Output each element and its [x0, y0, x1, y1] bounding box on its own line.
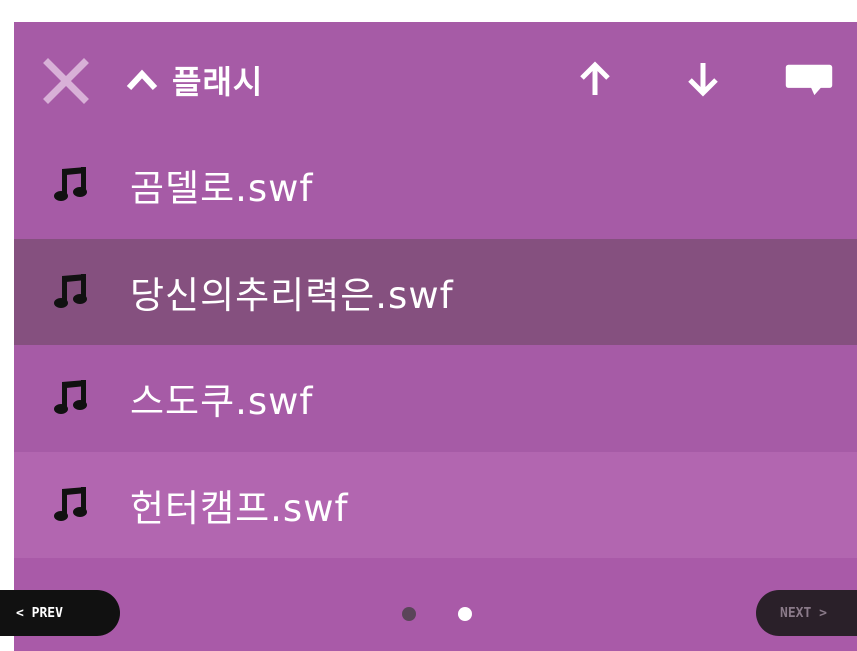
- arrow-down-icon: [688, 63, 718, 97]
- device-frame: 플래시 곰델로.swf 당신의추리력은.swf 스도쿠.swf 헌터캠프.swf…: [0, 22, 857, 651]
- move-down-button[interactable]: [678, 54, 728, 104]
- next-page-button[interactable]: NEXT >: [756, 590, 857, 636]
- folder-breadcrumb[interactable]: 플래시: [124, 58, 263, 102]
- comment-icon: [785, 64, 833, 96]
- file-list: 곰델로.swf 당신의추리력은.swf 스도쿠.swf 헌터캠프.swf: [14, 132, 857, 558]
- file-name: 헌터캠프.swf: [130, 486, 349, 530]
- arrow-up-icon: [580, 61, 610, 95]
- file-name: 당신의추리력은.swf: [130, 273, 454, 317]
- chevron-up-icon: [126, 69, 158, 91]
- music-note-icon: [54, 486, 87, 521]
- close-icon[interactable]: [40, 55, 92, 107]
- screen: 플래시 곰델로.swf 당신의추리력은.swf 스도쿠.swf 헌터캠프.swf…: [0, 22, 857, 651]
- music-note-icon: [54, 273, 87, 308]
- prev-page-button[interactable]: < PREV: [0, 590, 120, 636]
- list-item-selected[interactable]: 당신의추리력은.swf: [14, 238, 857, 345]
- move-up-button[interactable]: [570, 54, 620, 104]
- file-name: 곰델로.swf: [130, 167, 314, 211]
- file-name: 스도쿠.swf: [130, 380, 314, 424]
- comment-button[interactable]: [784, 54, 834, 104]
- pager-bar: < PREV NEXT >: [0, 560, 857, 651]
- list-item[interactable]: 곰델로.swf: [14, 132, 857, 239]
- list-item[interactable]: 스도쿠.swf: [14, 345, 857, 452]
- page-indicator-dot-active[interactable]: [458, 607, 472, 621]
- top-bar: 플래시: [14, 22, 857, 132]
- page-indicator-dot[interactable]: [402, 607, 416, 621]
- music-note-icon: [54, 167, 87, 202]
- list-item[interactable]: 헌터캠프.swf: [14, 451, 857, 558]
- folder-title: 플래시: [172, 63, 264, 101]
- music-note-icon: [54, 380, 87, 415]
